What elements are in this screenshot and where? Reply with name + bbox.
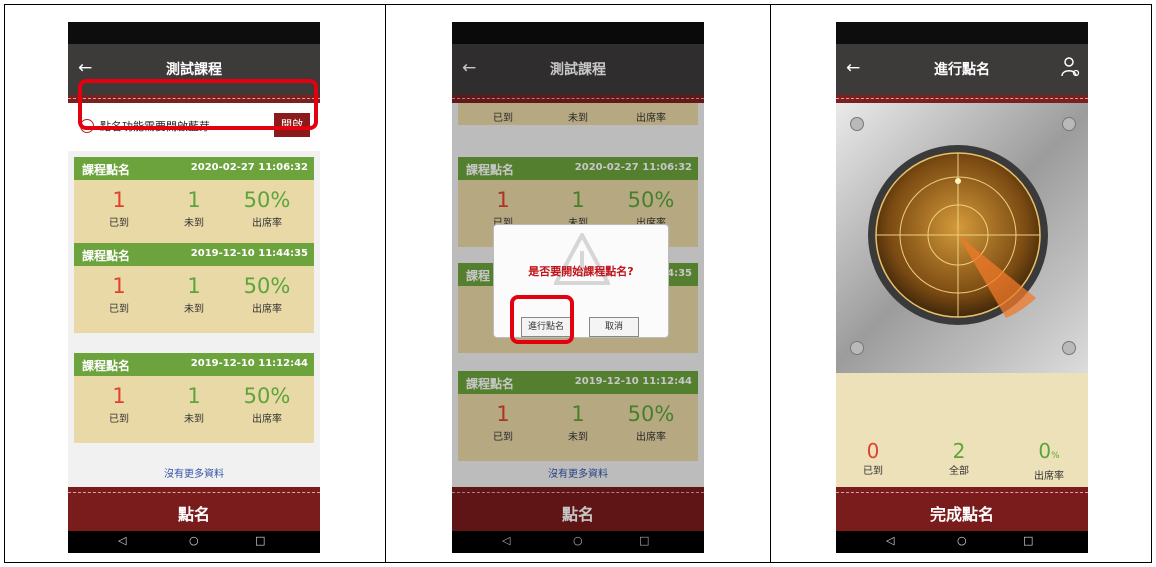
rate-value: 0 — [1038, 439, 1052, 463]
status-bar — [68, 22, 320, 44]
present-count: 1 — [112, 188, 126, 212]
title-bar: ← 進行點名 — [836, 44, 1088, 95]
highlight-box — [510, 295, 574, 344]
radar-scanner-icon — [868, 145, 1048, 325]
complete-roll-call-button[interactable]: 完成點名 — [836, 487, 1088, 531]
rate-stat: 0% 出席率 — [1014, 440, 1084, 482]
attendance-rate: 50% — [243, 188, 291, 212]
recents-square-icon[interactable]: □ — [1023, 534, 1033, 547]
page-title: 進行點名 — [934, 62, 990, 78]
present-stat: 1 已到 — [84, 188, 154, 229]
absent-label: 未到 — [184, 218, 204, 229]
home-circle-icon[interactable]: ○ — [189, 534, 199, 547]
rate-unit: % — [1051, 451, 1060, 461]
android-nav-bar: ◁ ○ □ — [836, 531, 1088, 553]
back-triangle-icon[interactable]: ◁ — [886, 534, 894, 547]
rate-label: 出席率 — [252, 218, 282, 229]
android-nav-bar: ◁ ○ □ — [68, 531, 320, 553]
recents-square-icon[interactable]: □ — [255, 534, 265, 547]
attendance-rate: 0% — [1014, 440, 1084, 467]
card-header: 課程點名 2019-12-10 11:12:44 — [74, 353, 314, 376]
rate-stat: 50% 出席率 — [232, 274, 302, 315]
card-title: 課程點名 — [82, 163, 131, 177]
present-stat: 0 已到 — [838, 440, 908, 477]
back-triangle-icon[interactable]: ◁ — [118, 534, 126, 547]
cancel-button[interactable]: 取消 — [589, 317, 639, 337]
roll-call-button[interactable]: 點名 — [68, 487, 320, 531]
present-stat: 1 已到 — [84, 274, 154, 315]
rate-label: 出席率 — [252, 304, 282, 315]
absent-count: 1 — [187, 188, 201, 212]
card-body: 1 已到 1 未到 50% 出席率 — [74, 266, 314, 333]
card-body: 1 已到 1 未到 50% 出席率 — [74, 180, 314, 247]
panel-divider — [770, 4, 771, 563]
screw-icon — [1062, 341, 1076, 355]
rate-label: 出席率 — [252, 414, 282, 425]
roll-call-stats: 0 已到 2 全部 0% 出席率 — [836, 373, 1088, 487]
present-stat: 1 已到 — [84, 384, 154, 425]
highlight-box — [78, 79, 318, 130]
card-body: 1 已到 1 未到 50% 出席率 — [74, 376, 314, 443]
total-count: 2 — [952, 439, 966, 463]
content-area: 點名功能需要開啟藍芽 開啟 課程點名 2020-02-27 11:06:32 1… — [68, 103, 320, 487]
total-label: 全部 — [949, 466, 969, 477]
card-date: 2020-02-27 11:06:32 — [190, 162, 308, 173]
rate-stat: 50% 出席率 — [232, 384, 302, 425]
present-count: 1 — [112, 384, 126, 408]
attendance-rate: 50% — [243, 274, 291, 298]
panel-divider — [385, 4, 386, 563]
present-label: 已到 — [109, 304, 129, 315]
card-title: 課程點名 — [82, 249, 131, 263]
total-stat: 2 全部 — [924, 440, 994, 477]
page-title: 測試課程 — [166, 62, 222, 78]
attendance-rate: 50% — [243, 384, 291, 408]
attendance-card[interactable]: 課程點名 2019-12-10 11:44:35 1 已到 1 未到 50% 出席率 — [74, 243, 314, 333]
absent-count: 1 — [187, 274, 201, 298]
phone-screen-3: ← 進行點名 0 已到 2 全部 0% 出席率 完成點名 ◁ ○ □ — [836, 22, 1088, 553]
home-circle-icon[interactable]: ○ — [957, 534, 967, 547]
rate-stat: 50% 出席率 — [232, 188, 302, 229]
screw-icon — [850, 341, 864, 355]
rate-label: 出席率 — [1034, 471, 1064, 482]
decorative-strip — [836, 95, 1088, 103]
person-icon[interactable] — [1060, 56, 1080, 78]
card-header: 課程點名 2019-12-10 11:44:35 — [74, 243, 314, 266]
attendance-card[interactable]: 課程點名 2020-02-27 11:06:32 1 已到 1 未到 50% 出席率 — [74, 157, 314, 247]
dialog-message: 是否要開始課程點名? — [528, 265, 634, 278]
status-bar — [836, 22, 1088, 44]
absent-count: 1 — [187, 384, 201, 408]
present-label: 已到 — [863, 466, 883, 477]
card-header: 課程點名 2020-02-27 11:06:32 — [74, 157, 314, 180]
complete-roll-call-label: 完成點名 — [929, 505, 994, 524]
present-label: 已到 — [109, 414, 129, 425]
screw-icon — [1062, 117, 1076, 131]
card-date: 2019-12-10 11:44:35 — [190, 248, 308, 259]
content-area: 0 已到 2 全部 0% 出席率 — [836, 103, 1088, 487]
roll-call-label: 點名 — [177, 505, 210, 524]
absent-stat: 1 未到 — [159, 188, 229, 229]
absent-stat: 1 未到 — [159, 384, 229, 425]
screw-icon — [850, 117, 864, 131]
absent-label: 未到 — [184, 304, 204, 315]
phone-screen-2: ← 測試課程 已到 未到 出席率 課程點名 2020-02-27 11:06:3… — [452, 22, 704, 553]
metal-panel — [836, 103, 1088, 373]
absent-stat: 1 未到 — [159, 274, 229, 315]
present-label: 已到 — [109, 218, 129, 229]
card-date: 2019-12-10 11:12:44 — [190, 358, 308, 369]
attendance-card[interactable]: 課程點名 2019-12-10 11:12:44 1 已到 1 未到 50% 出席率 — [74, 353, 314, 443]
card-title: 課程點名 — [82, 359, 131, 373]
absent-label: 未到 — [184, 414, 204, 425]
no-more-data-link[interactable]: 沒有更多資料 — [68, 465, 320, 480]
present-count: 0 — [866, 439, 880, 463]
present-count: 1 — [112, 274, 126, 298]
